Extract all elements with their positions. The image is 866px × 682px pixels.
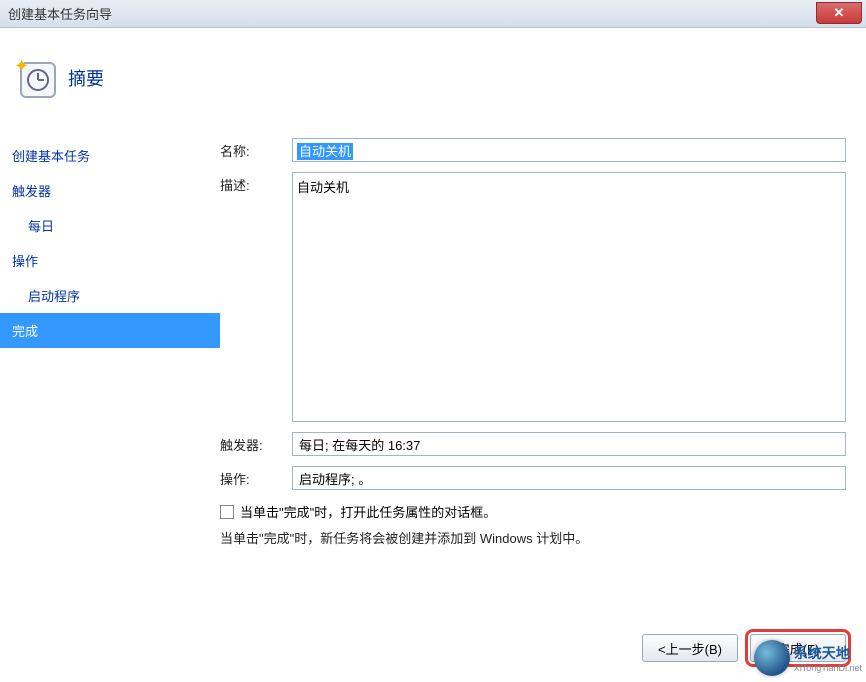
step-create-basic-task[interactable]: 创建基本任务 (0, 138, 220, 173)
summary-form: 名称: 自动关机 描述: 自动关机 触发器: 每日; 在每天的 16:37 操作… (220, 128, 866, 602)
wizard-footer: <上一步(B) 完成(F) (0, 614, 866, 682)
trigger-label: 触发器: (220, 432, 292, 456)
wizard-steps-sidebar: 创建基本任务 触发器 每日 操作 启动程序 完成 (0, 128, 220, 602)
page-title: 摘要 (68, 65, 104, 91)
open-properties-checkbox-label: 当单击"完成"时，打开此任务属性的对话框。 (240, 502, 496, 521)
description-input[interactable]: 自动关机 (292, 172, 846, 422)
name-label: 名称: (220, 138, 292, 162)
step-finish[interactable]: 完成 (0, 313, 220, 348)
description-label: 描述: (220, 172, 292, 422)
step-start-program[interactable]: 启动程序 (0, 278, 220, 313)
back-button[interactable]: <上一步(B) (642, 634, 738, 662)
close-icon: ✕ (834, 5, 845, 21)
summary-icon: ✦ (16, 58, 56, 98)
open-properties-checkbox[interactable] (220, 505, 234, 519)
action-value[interactable]: 启动程序; 。 (292, 466, 846, 490)
step-daily[interactable]: 每日 (0, 208, 220, 243)
finish-button[interactable]: 完成(F) (750, 634, 846, 662)
step-actions[interactable]: 操作 (0, 243, 220, 278)
action-label: 操作: (220, 466, 292, 490)
window-title: 创建基本任务向导 (8, 4, 112, 23)
content-area: 创建基本任务 触发器 每日 操作 启动程序 完成 名称: 自动关机 描述: 自动… (0, 128, 866, 602)
titlebar: 创建基本任务向导 ✕ (0, 0, 866, 28)
step-triggers[interactable]: 触发器 (0, 173, 220, 208)
trigger-value[interactable]: 每日; 在每天的 16:37 (292, 432, 846, 456)
wizard-header: ✦ 摘要 (0, 28, 866, 128)
name-input[interactable]: 自动关机 (292, 138, 846, 162)
finish-note: 当单击"完成"时，新任务将会被创建并添加到 Windows 计划中。 (220, 529, 846, 550)
close-button[interactable]: ✕ (816, 2, 862, 24)
